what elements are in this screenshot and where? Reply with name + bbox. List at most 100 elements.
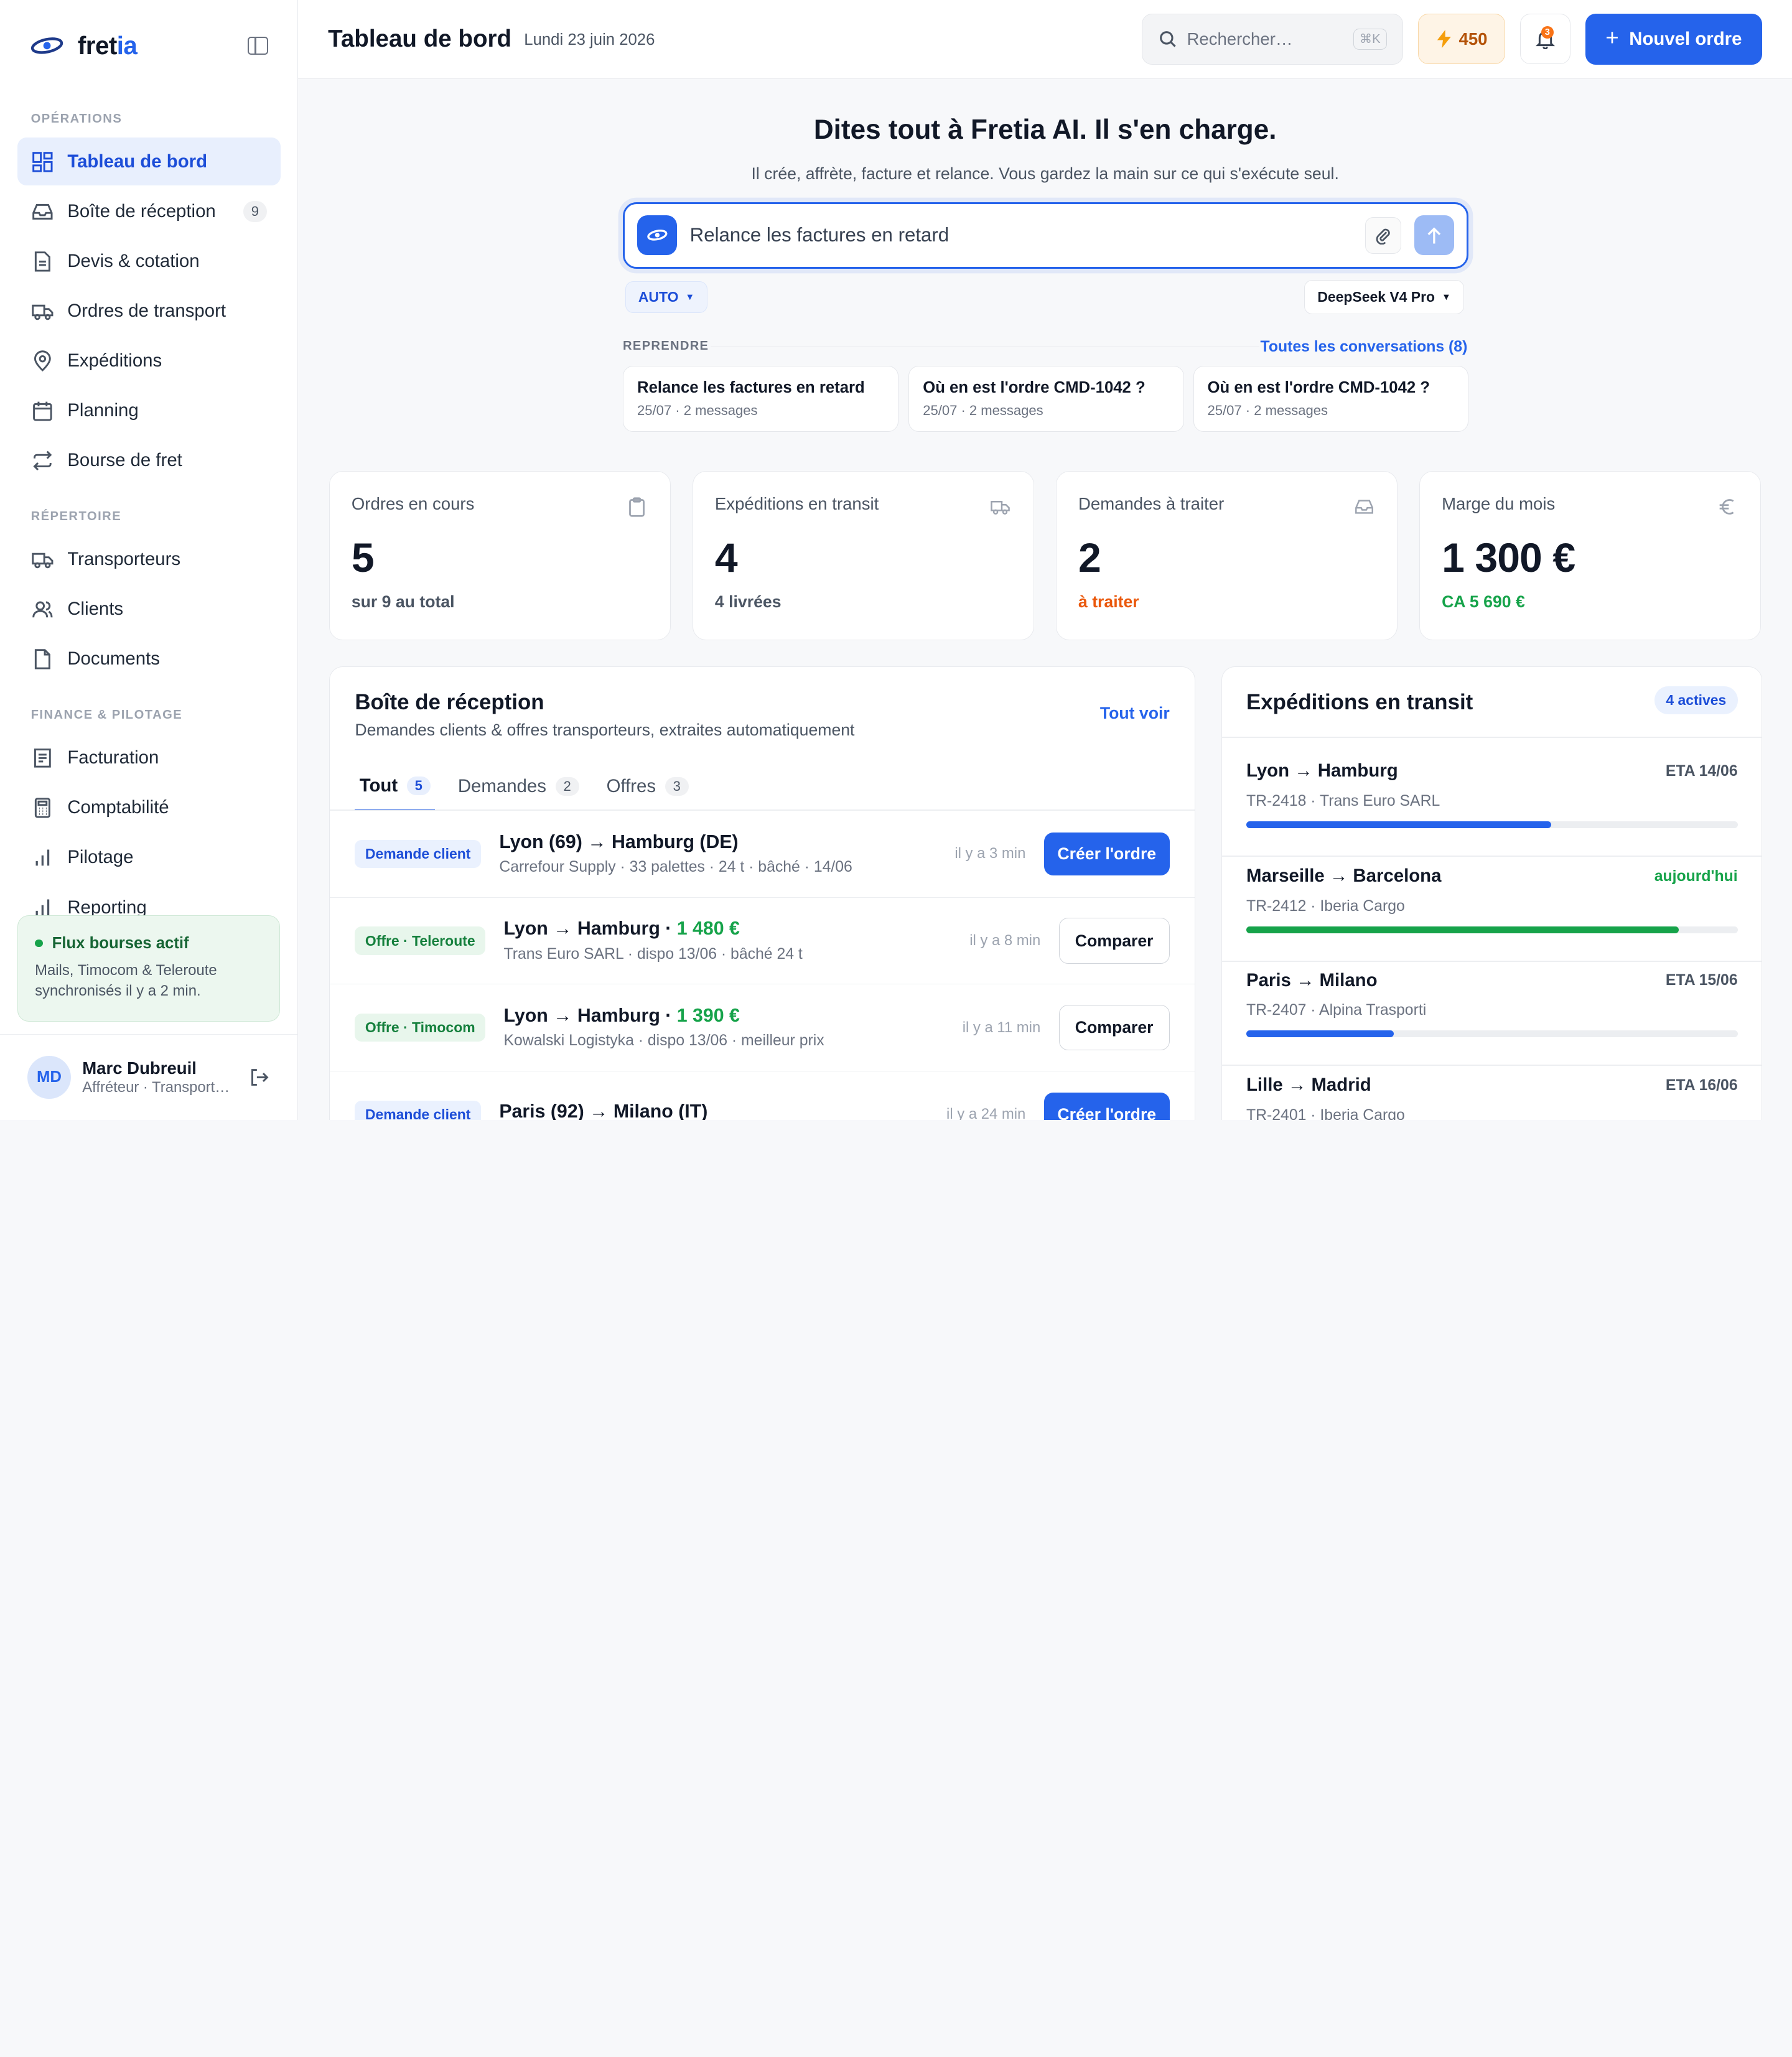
shipment-item[interactable]: Lille → Madrid ETA 16/06 TR-2401 · Iberi… bbox=[1246, 1075, 1738, 1119]
model-value: DeepSeek V4 Pro bbox=[1317, 289, 1435, 306]
stat-card-requests[interactable]: Demandes à traiter 2 à traiter bbox=[1056, 470, 1398, 640]
sidebar-item-steering[interactable]: Pilotage bbox=[17, 834, 281, 882]
shipment-eta: ETA 16/06 bbox=[1665, 1077, 1738, 1094]
logout-icon[interactable] bbox=[249, 1067, 269, 1088]
sidebar-item-label: Devis & cotation bbox=[67, 251, 200, 272]
sidebar-item-freight-exchange[interactable]: Bourse de fret bbox=[17, 437, 281, 485]
all-conversations-link[interactable]: Toutes les conversations (8) bbox=[1261, 338, 1468, 356]
sidebar-item-inbox[interactable]: Boîte de réception 9 bbox=[17, 187, 281, 235]
conversation-meta: 25/07 · 2 messages bbox=[923, 403, 1043, 419]
stat-card-orders[interactable]: Ordres en cours 5 sur 9 au total bbox=[329, 470, 671, 640]
inbox-panel: Boîte de réception Demandes clients & of… bbox=[329, 666, 1196, 1120]
progress-fill bbox=[1246, 821, 1551, 828]
tab-requests[interactable]: Demandes 2 bbox=[454, 763, 584, 809]
route: Paris (92) → Milano (IT) bbox=[499, 1101, 708, 1120]
shipment-route: Marseille → Barcelona bbox=[1246, 865, 1442, 887]
sidebar-toggle-icon[interactable] bbox=[247, 36, 268, 55]
sidebar-item-label: Boîte de réception bbox=[67, 200, 216, 222]
exchange-icon bbox=[33, 450, 52, 471]
stat-label: Ordres en cours bbox=[351, 494, 475, 514]
mode-selector[interactable]: AUTO ▼ bbox=[625, 281, 708, 314]
create-order-button[interactable]: Créer l'ordre bbox=[1043, 1093, 1170, 1120]
sidebar-item-dashboard[interactable]: Tableau de bord bbox=[17, 138, 281, 186]
row-time: il y a 3 min bbox=[954, 845, 1026, 862]
sidebar-item-planning[interactable]: Planning bbox=[17, 387, 281, 435]
tab-label: Tout bbox=[359, 775, 398, 796]
conversation-card[interactable]: Où en est l'ordre CMD-1042 ? 25/07 · 2 m… bbox=[1193, 365, 1469, 432]
conversation-title: Où en est l'ordre CMD-1042 ? bbox=[1207, 378, 1430, 396]
tab-offers[interactable]: Offres 3 bbox=[602, 763, 693, 809]
mode-value: AUTO bbox=[638, 289, 679, 306]
model-selector[interactable]: DeepSeek V4 Pro ▼ bbox=[1304, 279, 1464, 315]
assistant-prompt-input[interactable]: Relance les factures en retard bbox=[622, 202, 1469, 269]
new-order-button[interactable]: + Nouvel ordre bbox=[1585, 13, 1763, 65]
eye-logo-icon bbox=[30, 37, 63, 54]
search-input[interactable]: Rechercher… ⌘K bbox=[1141, 13, 1404, 65]
sidebar-item-label: Bourse de fret bbox=[67, 450, 182, 471]
send-button[interactable] bbox=[1414, 215, 1454, 256]
conversation-card[interactable]: Où en est l'ordre CMD-1042 ? 25/07 · 2 m… bbox=[908, 365, 1184, 432]
sidebar-item-label: Transporteurs bbox=[67, 549, 181, 570]
list-item[interactable]: Offre · Teleroute Lyon → Hamburg · 1 480… bbox=[329, 898, 1195, 985]
row-details: Carrefour Supply · 33 palettes · 24 t · … bbox=[499, 859, 852, 876]
users-icon bbox=[32, 601, 53, 618]
stat-sub: CA 5 690 € bbox=[1442, 592, 1525, 611]
compare-button[interactable]: Comparer bbox=[1058, 1004, 1170, 1051]
shipment-item[interactable]: Paris → Milano ETA 15/06 TR-2407 · Alpin… bbox=[1222, 970, 1762, 1075]
row-details: Kowalski Logistyka · dispo 13/06 · meill… bbox=[503, 1032, 824, 1050]
stat-card-shipments[interactable]: Expéditions en transit 4 4 livrées bbox=[693, 470, 1035, 640]
section-title-finance: FINANCE & PILOTAGE bbox=[30, 708, 183, 722]
file-icon bbox=[34, 251, 50, 272]
row-main: Paris (92) → Milano (IT) bbox=[499, 1101, 707, 1120]
shipment-item[interactable]: Lyon → Hamburg ETA 14/06 TR-2418 · Trans… bbox=[1222, 760, 1762, 865]
sidebar-item-label: Comptabilité bbox=[67, 797, 169, 818]
calculator-icon bbox=[34, 798, 50, 818]
stat-value: 5 bbox=[351, 535, 375, 582]
create-order-button[interactable]: Créer l'ordre bbox=[1043, 832, 1170, 876]
credits-button[interactable]: 450 bbox=[1418, 14, 1505, 65]
sidebar-item-quotes[interactable]: Devis & cotation bbox=[17, 237, 281, 285]
stat-sub: sur 9 au total bbox=[351, 592, 455, 611]
sidebar-item-shipments[interactable]: Expéditions bbox=[17, 337, 281, 385]
divider bbox=[1222, 960, 1762, 962]
search-placeholder: Rechercher… bbox=[1187, 29, 1293, 49]
sidebar-item-label: Ordres de transport bbox=[67, 301, 226, 322]
sidebar-item-clients[interactable]: Clients bbox=[17, 585, 281, 633]
type-tag: Demande client bbox=[355, 1100, 481, 1120]
stat-sub: 4 livrées bbox=[714, 592, 782, 611]
sidebar-item-documents[interactable]: Documents bbox=[17, 635, 281, 683]
tab-all[interactable]: Tout 5 bbox=[355, 763, 436, 811]
compare-button[interactable]: Comparer bbox=[1058, 918, 1170, 964]
section-title-operations: OPÉRATIONS bbox=[30, 111, 123, 126]
route: Lyon → Hamburg · bbox=[503, 1005, 677, 1027]
page-date: Lundi 23 juin 2026 bbox=[524, 31, 655, 49]
attach-button[interactable] bbox=[1365, 217, 1402, 254]
list-item[interactable]: Offre · Timocom Lyon → Hamburg · 1 390 €… bbox=[329, 984, 1195, 1071]
sidebar-item-carriers[interactable]: Transporteurs bbox=[17, 536, 281, 584]
sidebar-item-transport-orders[interactable]: Ordres de transport bbox=[17, 287, 281, 335]
progress-fill bbox=[1246, 1030, 1394, 1037]
sidebar-item-accounting[interactable]: Comptabilité bbox=[17, 784, 281, 832]
list-item[interactable]: Demande client Lyon (69) → Hamburg (DE) … bbox=[329, 811, 1195, 898]
flux-text: Mails, Timocom & Teleroute synchronisés … bbox=[35, 962, 217, 1000]
shipment-item[interactable]: Marseille → Barcelona aujourd'hui TR-241… bbox=[1222, 865, 1762, 971]
clipboard-icon bbox=[629, 497, 645, 517]
notifications-button[interactable]: 3 bbox=[1519, 14, 1570, 65]
chevron-down-icon: ▼ bbox=[685, 292, 694, 302]
user-profile[interactable]: MD Marc Dubreuil Affréteur · Transports … bbox=[0, 1034, 297, 1120]
sidebar-item-invoicing[interactable]: Facturation bbox=[17, 734, 281, 782]
type-tag: Demande client bbox=[355, 839, 481, 869]
row-time: il y a 11 min bbox=[962, 1019, 1041, 1036]
see-all-link[interactable]: Tout voir bbox=[1100, 704, 1170, 723]
row-title: Lyon (69) → Hamburg (DE) bbox=[499, 832, 852, 853]
list-item[interactable]: Demande client Paris (92) → Milano (IT) … bbox=[330, 1071, 1195, 1120]
sidebar-item-label: Facturation bbox=[67, 747, 159, 768]
conversation-card[interactable]: Relance les factures en retard 25/07 · 2… bbox=[622, 365, 898, 432]
avatar[interactable]: MD bbox=[27, 1055, 71, 1099]
page-title: Tableau de bord bbox=[328, 25, 512, 52]
shipment-eta: ETA 15/06 bbox=[1665, 972, 1738, 989]
stat-value: 2 bbox=[1078, 535, 1101, 582]
stat-card-margin[interactable]: Marge du mois 1 300 € CA 5 690 € bbox=[1419, 470, 1762, 640]
transit-title: Expéditions en transit bbox=[1246, 689, 1473, 714]
shipment-eta: aujourd'hui bbox=[1654, 868, 1738, 885]
